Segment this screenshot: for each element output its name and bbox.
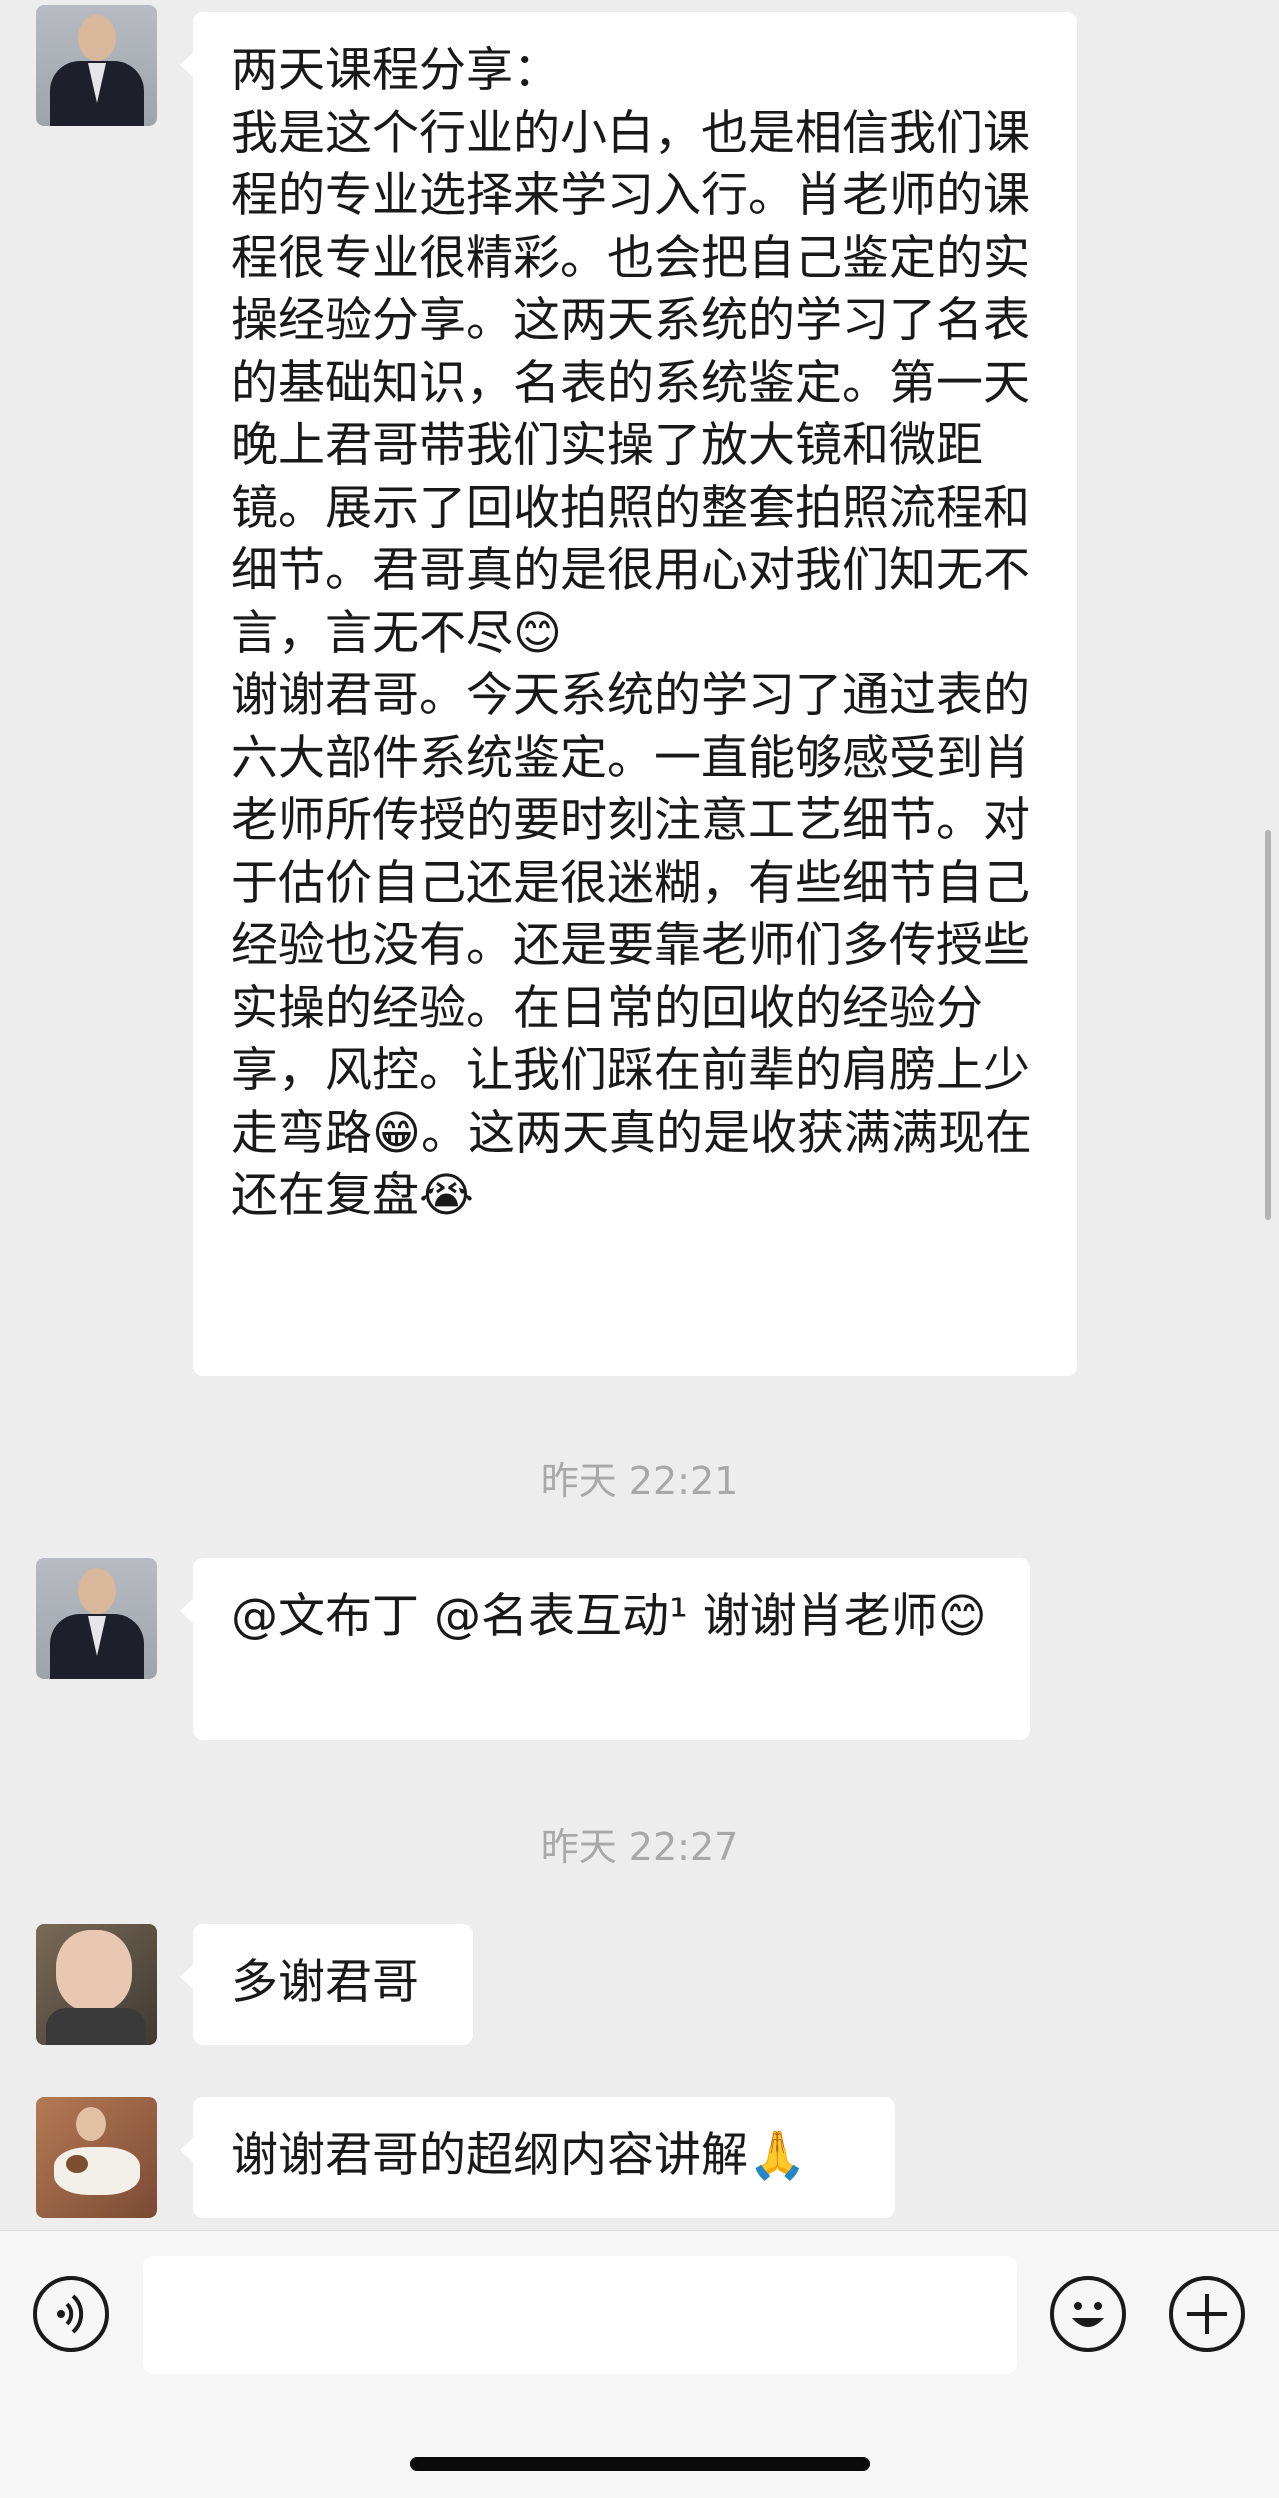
scrollbar[interactable] xyxy=(1265,830,1271,1220)
chat-area[interactable]: 两天课程分享： 我是这个行业的小白，也是相信我们课程的专业选择来学习入行。肖老师… xyxy=(0,0,1279,2230)
message-bubble[interactable]: 两天课程分享： 我是这个行业的小白，也是相信我们课程的专业选择来学习入行。肖老师… xyxy=(180,12,1077,1376)
message-bubble[interactable]: @文布丁 @名表互动¹ 谢谢肖老师😊 xyxy=(180,1558,1030,1740)
emoji-icon xyxy=(1072,2302,1104,2327)
voice-button[interactable] xyxy=(33,2276,109,2352)
message-input[interactable] xyxy=(143,2256,1017,2374)
voice-icon xyxy=(57,2294,84,2334)
input-bar xyxy=(0,2230,1279,2498)
home-indicator[interactable] xyxy=(410,2457,870,2471)
timestamp: 昨天 22:21 xyxy=(540,1459,739,1503)
emoji-button[interactable] xyxy=(1050,2276,1126,2352)
avatar[interactable] xyxy=(36,5,157,126)
plus-icon xyxy=(1187,2294,1227,2334)
avatar[interactable] xyxy=(36,1558,157,1679)
plus-button[interactable] xyxy=(1169,2276,1245,2352)
message-bubble[interactable]: 谢谢君哥的超纲内容讲解🙏 xyxy=(180,2097,895,2218)
timestamp: 昨天 22:27 xyxy=(540,1825,739,1869)
avatar[interactable] xyxy=(36,1924,157,2045)
avatar[interactable] xyxy=(36,2097,157,2218)
message-bubble[interactable]: 多谢君哥 xyxy=(180,1924,473,2045)
